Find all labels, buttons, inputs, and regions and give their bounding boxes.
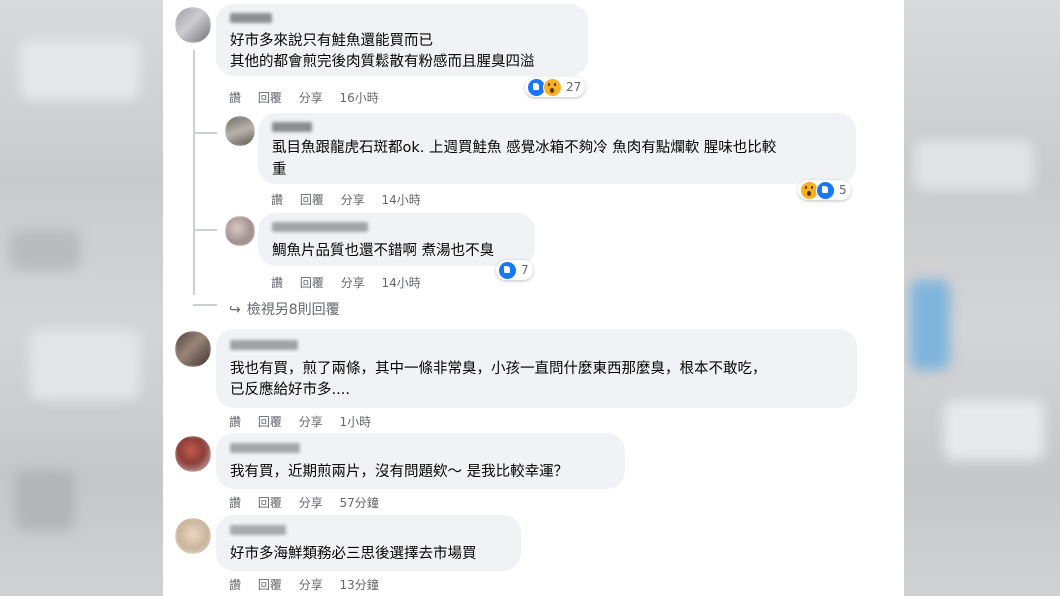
avatar[interactable] [175, 7, 211, 43]
thread-line [193, 50, 195, 295]
share-button[interactable]: 分享 [299, 578, 323, 592]
reply-button[interactable]: 回覆 [300, 276, 324, 290]
timestamp[interactable]: 14小時 [382, 193, 421, 207]
share-button[interactable]: 分享 [341, 193, 365, 207]
comment-text-line: 其他的都會煎完後肉質鬆散有粉感而且腥臭四溢 [230, 54, 535, 70]
commenter-name-blurred[interactable] [230, 443, 300, 453]
avatar[interactable] [175, 518, 211, 554]
like-button[interactable]: 讚 [229, 496, 241, 510]
avatar[interactable] [225, 116, 255, 146]
thread-connector [193, 290, 217, 306]
timestamp[interactable]: 1小時 [340, 415, 372, 429]
comment-bubble: 好市多海鮮類務必三思後選擇去市場買 [216, 515, 521, 571]
backdrop-blur [30, 330, 140, 400]
commenter-name-blurred[interactable] [272, 222, 368, 232]
reaction-count: 5 [839, 183, 847, 197]
like-icon [498, 260, 517, 280]
comment-actions: 讚 回覆 分享 14小時 [271, 274, 434, 291]
blurred-backdrop-left [0, 0, 163, 596]
commenter-name-blurred[interactable] [230, 525, 286, 535]
timestamp[interactable]: 16小時 [340, 91, 379, 105]
comment-text-line: 重 [272, 162, 287, 178]
thread-connector [193, 120, 217, 134]
thread-connector [193, 215, 217, 231]
share-button[interactable]: 分享 [341, 276, 365, 290]
comment-text-line: 好市多來說只有鮭魚還能買而已 [230, 33, 433, 49]
like-icon [816, 180, 835, 200]
comment-bubble: 好市多來說只有鮭魚還能買而已 其他的都會煎完後肉質鬆散有粉感而且腥臭四溢 [216, 4, 588, 76]
share-button[interactable]: 分享 [299, 415, 323, 429]
reply-button[interactable]: 回覆 [258, 578, 282, 592]
view-more-replies-link[interactable]: ↪ 檢視另8則回覆 [229, 299, 340, 319]
reaction-summary[interactable]: 27 [525, 77, 586, 97]
like-button[interactable]: 讚 [271, 276, 283, 290]
reply-button[interactable]: 回覆 [258, 496, 282, 510]
comment-bubble: 我也有買，煎了兩條，其中一條非常臭，小孩一直問什麼東西那麼臭，根本不敢吃， 已反… [216, 329, 857, 408]
comment-text-line: 我也有買，煎了兩條，其中一條非常臭，小孩一直問什麼東西那麼臭，根本不敢吃， [230, 361, 767, 377]
comment-thread: 好市多來說只有鮭魚還能買而已 其他的都會煎完後肉質鬆散有粉感而且腥臭四溢 27 … [163, 0, 904, 596]
reply-button[interactable]: 回覆 [300, 193, 324, 207]
comment-text-line: 鯛魚片品質也還不錯啊 煮湯也不臭 [272, 243, 495, 259]
reaction-summary[interactable]: 7 [496, 260, 533, 280]
share-button[interactable]: 分享 [299, 496, 323, 510]
reply-arrow-icon: ↪ [229, 302, 241, 318]
blurred-backdrop-right [904, 0, 1060, 596]
backdrop-blur [944, 400, 1044, 460]
timestamp[interactable]: 13分鐘 [340, 578, 379, 592]
like-button[interactable]: 讚 [271, 193, 283, 207]
view-more-label: 檢視另8則回覆 [246, 302, 340, 318]
like-button[interactable]: 讚 [229, 578, 241, 592]
reaction-count: 27 [566, 80, 582, 94]
reply-button[interactable]: 回覆 [258, 91, 282, 105]
backdrop-blur [910, 280, 950, 370]
comment-text-line: 我有買，近期煎兩片，沒有問題欸～ 是我比較幸運？ [230, 464, 569, 480]
timestamp[interactable]: 57分鐘 [340, 496, 379, 510]
like-button[interactable]: 讚 [229, 415, 241, 429]
reaction-summary[interactable]: 5 [798, 180, 851, 200]
comment-actions: 讚 回覆 分享 14小時 [271, 191, 434, 208]
backdrop-blur [20, 40, 140, 100]
timestamp[interactable]: 14小時 [382, 276, 421, 290]
reaction-count: 7 [521, 263, 529, 277]
comment-actions: 讚 回覆 分享 16小時 [229, 89, 392, 106]
comment-text-line: 已反應給好市多.... [230, 382, 350, 398]
share-button[interactable]: 分享 [299, 91, 323, 105]
commenter-name-blurred[interactable] [230, 13, 272, 23]
comment-actions: 讚 回覆 分享 1小時 [229, 413, 384, 430]
avatar[interactable] [175, 436, 211, 472]
commenter-name-blurred[interactable] [230, 340, 298, 350]
comment-text-line: 虱目魚跟龍虎石斑都ok. 上週買鮭魚 感覺冰箱不夠冷 魚肉有點爛軟 腥味也比較 [272, 140, 777, 156]
backdrop-blur [15, 470, 75, 530]
reply-bubble: 鯛魚片品質也還不錯啊 煮湯也不臭 [258, 213, 535, 266]
avatar[interactable] [175, 331, 211, 367]
like-button[interactable]: 讚 [229, 91, 241, 105]
reply-bubble: 虱目魚跟龍虎石斑都ok. 上週買鮭魚 感覺冰箱不夠冷 魚肉有點爛軟 腥味也比較 … [258, 113, 856, 184]
backdrop-blur [10, 230, 80, 270]
reply-button[interactable]: 回覆 [258, 415, 282, 429]
comment-actions: 讚 回覆 分享 57分鐘 [229, 494, 392, 511]
avatar[interactable] [225, 216, 255, 246]
backdrop-blur [914, 140, 1034, 190]
commenter-name-blurred[interactable] [272, 122, 312, 132]
comment-actions: 讚 回覆 分享 13分鐘 [229, 576, 392, 593]
wow-icon [543, 77, 562, 97]
comment-bubble: 我有買，近期煎兩片，沒有問題欸～ 是我比較幸運？ [216, 433, 625, 489]
comment-text-line: 好市多海鮮類務必三思後選擇去市場買 [230, 546, 477, 562]
